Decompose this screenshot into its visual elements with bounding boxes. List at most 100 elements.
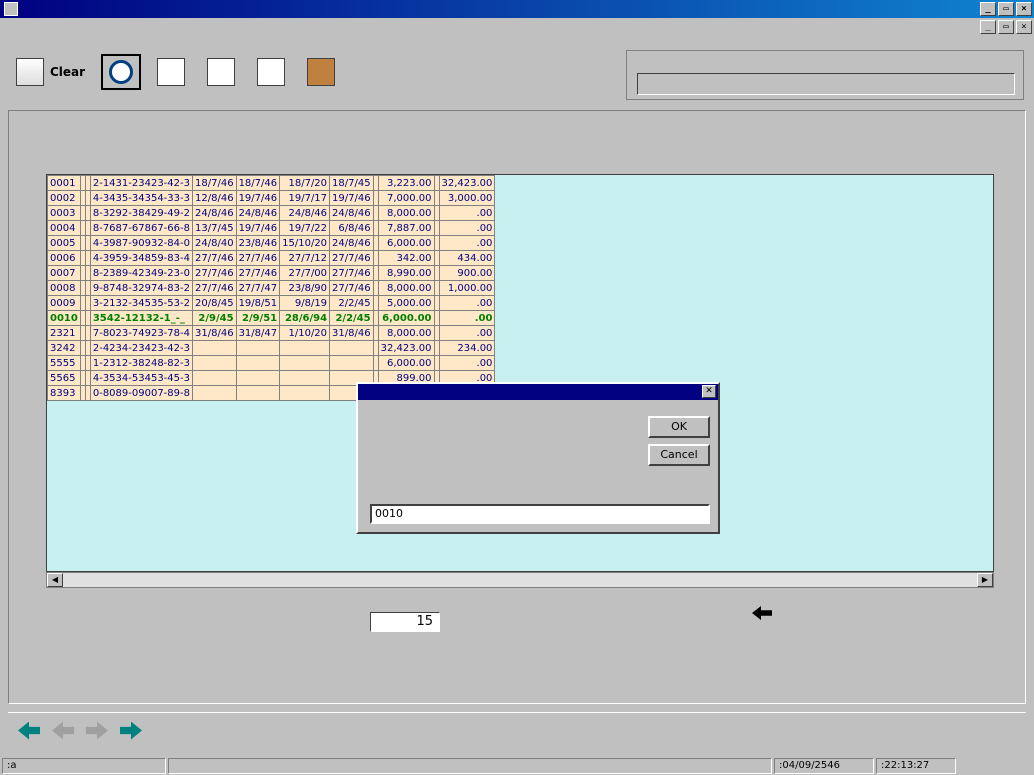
table-cell: 27/7/46	[192, 280, 237, 296]
status-path	[168, 758, 772, 774]
table-cell: 7-8023-74923-78-4	[89, 325, 194, 341]
next-record-button[interactable]	[86, 721, 108, 740]
table-row[interactable]: 0009 3-2132-34535-53-2 20/8/45 19/8/51 9/8/1…	[47, 295, 496, 311]
dialog-close-button[interactable]: ✕	[702, 385, 716, 398]
table-cell: 28/6/94	[279, 310, 331, 326]
table-cell	[329, 340, 374, 356]
mdi-close-button[interactable]: ×	[1016, 20, 1032, 34]
table-row[interactable]: 0008 9-8748-32974-83-2 27/7/46 27/7/47 23/8/…	[47, 280, 496, 296]
cancel-button[interactable]: Cancel	[648, 444, 710, 466]
table-cell: 0004	[47, 220, 81, 236]
table-cell: 32,423.00	[438, 175, 496, 191]
table-cell: 19/7/46	[235, 220, 281, 236]
table-cell: 31/8/46	[329, 325, 374, 341]
table-row[interactable]: 5555 1-2312-38248-82-3 6,000.00.00	[47, 355, 496, 371]
table-cell: .00	[438, 310, 496, 326]
table-cell	[192, 340, 237, 356]
exit-form-button[interactable]	[301, 54, 341, 90]
mdi-minimize-button[interactable]: _	[980, 20, 996, 34]
table-row[interactable]: 0005 4-3987-90932-84-0 24/8/40 23/8/46 15/10…	[47, 235, 496, 251]
table-cell: 19/7/46	[235, 190, 281, 206]
add-button[interactable]	[201, 54, 241, 90]
members-table: 0001 2-1431-23423-42-3 18/7/46 18/7/46 18/7/…	[47, 175, 496, 401]
table-cell: 0-8089-09007-89-8	[89, 385, 194, 401]
table-row[interactable]: 0002 4-3435-34354-33-3 12/8/46 19/7/46 19/7/…	[47, 190, 496, 206]
table-cell: 2/2/45	[329, 295, 374, 311]
table-cell: 27/7/46	[192, 265, 237, 281]
data-status-group	[626, 50, 1024, 100]
table-cell: 15/10/20	[279, 235, 331, 251]
delete-button[interactable]	[251, 54, 291, 90]
minimize-button[interactable]: _	[980, 2, 996, 16]
table-row[interactable]: 3242 2-4234-23423-42-3 32,423.00 234.00	[47, 340, 496, 356]
table-cell: 24/8/46	[192, 205, 237, 221]
ok-button[interactable]: OK	[648, 416, 710, 438]
table-cell: 13/7/45	[192, 220, 237, 236]
table-cell: 4-3435-34354-33-3	[89, 190, 194, 206]
close-button[interactable]: ×	[1016, 2, 1032, 16]
exit-door-icon	[307, 58, 336, 86]
horizontal-scrollbar[interactable]: ◀ ▶	[46, 572, 994, 588]
search-member-dialog: ✕ OK Cancel 0010	[356, 382, 720, 534]
table-row[interactable]: 0010 3542-12132-1_-_ 2/9/45 2/9/51 28/6/94 2/…	[47, 310, 496, 326]
last-record-button[interactable]	[120, 721, 142, 740]
table-cell: 8,000.00	[377, 205, 435, 221]
table-cell	[235, 340, 281, 356]
dialog-title-bar: ✕	[358, 384, 718, 400]
table-cell: 0003	[47, 205, 81, 221]
mdi-controls: _ ▭ ×	[980, 20, 1032, 34]
table-row[interactable]: 0006 4-3959-34859-83-4 27/7/46 27/7/46 27/7/…	[47, 250, 496, 266]
table-cell: 234.00	[438, 340, 496, 356]
first-record-button[interactable]	[18, 721, 40, 740]
table-cell: 31/8/47	[235, 325, 281, 341]
table-row[interactable]: 0003 8-3292-38429-49-2 24/8/46 24/8/46 24/8/…	[47, 205, 496, 221]
table-cell: 0008	[47, 280, 81, 296]
table-cell: 3,223.00	[377, 175, 435, 191]
table-cell: 6,000.00	[377, 235, 435, 251]
app-icon	[4, 2, 18, 16]
table-cell: .00	[438, 355, 496, 371]
table-cell: .00	[438, 205, 496, 221]
edit-icon	[157, 58, 186, 86]
table-cell: 8-7687-67867-66-8	[89, 220, 194, 236]
table-cell: 20/8/45	[192, 295, 237, 311]
last-arrow-icon	[120, 721, 142, 740]
table-row[interactable]: 0001 2-1431-23423-42-3 18/7/46 18/7/46 18/7/…	[47, 175, 496, 191]
table-cell: 18/7/46	[192, 175, 237, 191]
table-cell: 8-2389-42349-23-0	[89, 265, 194, 281]
table-cell	[235, 385, 281, 401]
table-cell: 6,000.00	[377, 310, 435, 326]
table-cell: 9/8/19	[279, 295, 331, 311]
restore-button[interactable]: ▭	[998, 2, 1014, 16]
mdi-restore-button[interactable]: ▭	[998, 20, 1014, 34]
table-cell: 1/10/20	[279, 325, 331, 341]
table-cell: .00	[438, 325, 496, 341]
clear-button[interactable]: Clear	[10, 54, 91, 90]
search-button[interactable]	[101, 54, 142, 90]
table-row[interactable]: 0007 8-2389-42349-23-0 27/7/46 27/7/46 27/7/…	[47, 265, 496, 281]
scroll-right-button[interactable]: ▶	[977, 573, 993, 587]
table-cell: 4-3987-90932-84-0	[89, 235, 194, 251]
table-cell	[192, 370, 237, 386]
member-data-link[interactable]	[752, 606, 772, 620]
member-code-input[interactable]: 0010	[370, 504, 710, 524]
table-cell: 3542-12132-1_-_	[89, 310, 194, 326]
scroll-left-button[interactable]: ◀	[47, 573, 63, 587]
table-cell: 0009	[47, 295, 81, 311]
previous-record-button[interactable]	[52, 721, 74, 740]
table-row[interactable]: 0004 8-7687-67867-66-8 13/7/45 19/7/46 19/7/…	[47, 220, 496, 236]
table-cell: 2321	[47, 325, 81, 341]
table-cell: 24/8/40	[192, 235, 237, 251]
table-cell: 0010	[47, 310, 81, 326]
table-cell: 8,990.00	[377, 265, 435, 281]
table-cell: .00	[438, 235, 496, 251]
table-row[interactable]: 2321 7-8023-74923-78-4 31/8/46 31/8/47 1/10/…	[47, 325, 496, 341]
table-cell: 7,000.00	[377, 190, 435, 206]
edit-button[interactable]	[151, 54, 191, 90]
table-cell: 19/8/51	[235, 295, 281, 311]
table-cell: 3242	[47, 340, 81, 356]
table-cell: 1-2312-38248-82-3	[89, 355, 194, 371]
table-cell: 5555	[47, 355, 81, 371]
status-user: :a	[2, 758, 166, 774]
table-cell: 9-8748-32974-83-2	[89, 280, 194, 296]
